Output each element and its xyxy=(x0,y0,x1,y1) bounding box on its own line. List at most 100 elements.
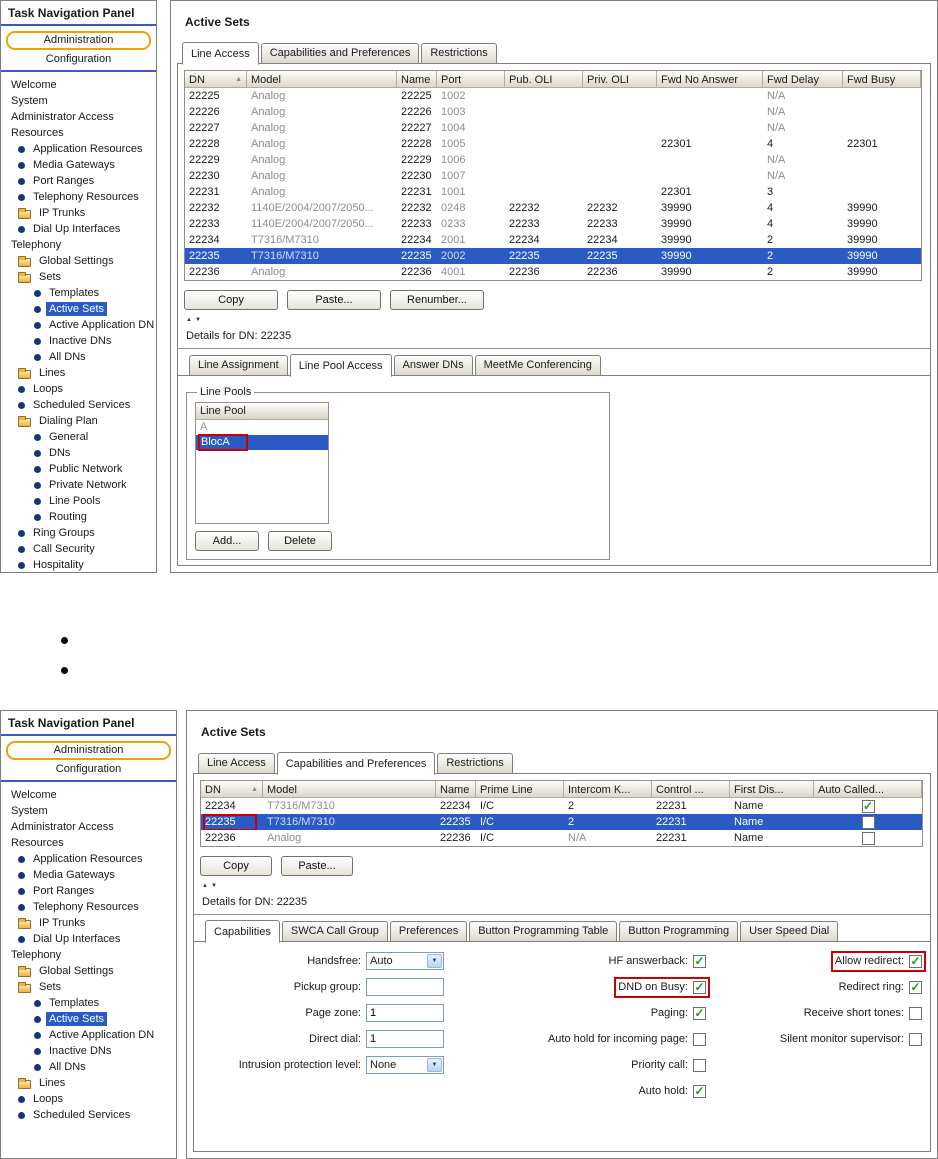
tab-button-programming-table[interactable]: Button Programming Table xyxy=(469,921,618,942)
tree-item-administrator-access[interactable]: Administrator Access xyxy=(1,109,156,125)
details-splitter[interactable]: ▲ ▼ xyxy=(200,880,924,891)
tree-item-media-gateways[interactable]: Media Gateways xyxy=(1,157,156,173)
tree-item-dialing-plan[interactable]: Dialing Plan xyxy=(1,413,156,429)
table-row-22230[interactable]: 22230 Analog 22230 1007 N/A xyxy=(185,168,921,184)
tree-item-dns[interactable]: DNs xyxy=(1,445,156,461)
tree-item-telephony-resources[interactable]: Telephony Resources xyxy=(1,899,176,915)
priority-call-checkbox[interactable] xyxy=(693,1058,706,1072)
tree-item-administrator-access[interactable]: Administrator Access xyxy=(1,819,176,835)
tree-item-dial-up-interfaces[interactable]: Dial Up Interfaces xyxy=(1,931,176,947)
pickup-group-input[interactable] xyxy=(366,978,444,996)
tree-item-ip-trunks[interactable]: IP Trunks xyxy=(1,915,176,931)
tree-item-active-sets[interactable]: Active Sets xyxy=(1,1011,176,1027)
tree-item-sets[interactable]: Sets xyxy=(1,979,176,995)
row-checkbox[interactable] xyxy=(861,832,875,845)
copy-button[interactable]: Copy xyxy=(184,290,278,310)
table-row-22225[interactable]: 22225 Analog 22225 1002 N/A xyxy=(185,88,921,104)
tab-capabilities-and-preferences[interactable]: Capabilities and Preferences xyxy=(260,43,420,64)
column-header-name[interactable]: Name xyxy=(436,781,476,798)
tree-item-general[interactable]: General xyxy=(1,429,156,445)
administration-tab[interactable]: Administration xyxy=(6,741,171,760)
column-header-fwd-busy[interactable]: Fwd Busy xyxy=(843,71,921,88)
details-splitter[interactable]: ▲ ▼ xyxy=(184,314,924,325)
page-zone-input[interactable] xyxy=(366,1004,444,1022)
column-header-port[interactable]: Port xyxy=(437,71,505,88)
tree-item-port-ranges[interactable]: Port Ranges xyxy=(1,883,176,899)
table-row-22234[interactable]: 22234 T7316/M7310 22234 I/C 2 22231 Name xyxy=(201,798,922,814)
tree-item-welcome[interactable]: Welcome xyxy=(1,787,176,803)
configuration-tab[interactable]: Configuration xyxy=(1,763,176,782)
tab-swca-call-group[interactable]: SWCA Call Group xyxy=(281,921,388,942)
table-row-22232[interactable]: 22232 1140E/2004/2007/2050... 22232 0248 222… xyxy=(185,200,921,216)
tree-item-public-network[interactable]: Public Network xyxy=(1,461,156,477)
tree-item-all-dns[interactable]: All DNs xyxy=(1,1059,176,1075)
tab-restrictions[interactable]: Restrictions xyxy=(437,753,513,774)
add-button[interactable]: Add... xyxy=(195,531,259,551)
tree-item-dial-up-interfaces[interactable]: Dial Up Interfaces xyxy=(1,221,156,237)
tree-item-port-ranges[interactable]: Port Ranges xyxy=(1,173,156,189)
table-row-22228[interactable]: 22228 Analog 22228 1005 22301 4 22301 xyxy=(185,136,921,152)
paste-button[interactable]: Paste... xyxy=(287,290,381,310)
direct-dial-input[interactable] xyxy=(366,1030,444,1048)
table-row-22234[interactable]: 22234 T7316/M7310 22234 2001 22234 22234 39990… xyxy=(185,232,921,248)
row-checkbox[interactable] xyxy=(861,816,875,829)
tree-item-routing[interactable]: Routing xyxy=(1,509,156,525)
tree-item-global-settings[interactable]: Global Settings xyxy=(1,253,156,269)
tree-item-templates[interactable]: Templates xyxy=(1,995,176,1011)
copy-button[interactable]: Copy xyxy=(200,856,272,876)
tab-button-programming[interactable]: Button Programming xyxy=(619,921,739,942)
configuration-tab[interactable]: Configuration xyxy=(1,53,156,72)
hf-answerback-checkbox[interactable] xyxy=(693,954,706,968)
table-row-22235[interactable]: 22235 T7316/M7310 22235 I/C 2 22231 Name xyxy=(201,814,922,830)
tree-item-telephony[interactable]: Telephony xyxy=(1,237,156,253)
intrusion-protection-level-select[interactable]: None ▼ xyxy=(366,1056,444,1074)
tree-item-active-application-dn[interactable]: Active Application DN xyxy=(1,317,156,333)
tree-item-sets[interactable]: Sets xyxy=(1,269,156,285)
column-header-auto-called[interactable]: Auto Called... xyxy=(814,781,922,798)
table-row-22226[interactable]: 22226 Analog 22226 1003 N/A xyxy=(185,104,921,120)
tree-item-ip-trunks[interactable]: IP Trunks xyxy=(1,205,156,221)
tree-item-active-sets[interactable]: Active Sets xyxy=(1,301,156,317)
allow-redirect-checkbox[interactable] xyxy=(909,954,922,968)
column-header-first-dis[interactable]: First Dis... xyxy=(730,781,814,798)
tree-item-inactive-dns[interactable]: Inactive DNs xyxy=(1,333,156,349)
tree-item-templates[interactable]: Templates xyxy=(1,285,156,301)
column-header-dn[interactable]: DN ▲ xyxy=(201,781,263,798)
paging-checkbox[interactable] xyxy=(693,1006,706,1020)
table-row-22235[interactable]: 22235 T7316/M7310 22235 2002 22235 22235 39990… xyxy=(185,248,921,264)
receive-short-tones-checkbox[interactable] xyxy=(909,1006,922,1020)
tree-item-lines[interactable]: Lines xyxy=(1,1075,176,1091)
table-row-22236[interactable]: 22236 Analog 22236 4001 22236 22236 39990 2 3999… xyxy=(185,264,921,280)
tree-item-application-resources[interactable]: Application Resources xyxy=(1,141,156,157)
auto-hold-for-incoming-page-checkbox[interactable] xyxy=(693,1032,706,1046)
tree-item-inactive-dns[interactable]: Inactive DNs xyxy=(1,1043,176,1059)
tab-line-assignment[interactable]: Line Assignment xyxy=(189,355,288,376)
tree-item-active-application-dn[interactable]: Active Application DN xyxy=(1,1027,176,1043)
pool-column-header[interactable]: Line Pool xyxy=(196,403,328,420)
tree-item-system[interactable]: System xyxy=(1,803,176,819)
tree-item-lines[interactable]: Lines xyxy=(1,365,156,381)
tab-line-pool-access[interactable]: Line Pool Access xyxy=(289,354,392,377)
tab-capabilities[interactable]: Capabilities xyxy=(205,920,280,943)
row-checkbox[interactable] xyxy=(861,800,875,813)
tree-item-telephony-resources[interactable]: Telephony Resources xyxy=(1,189,156,205)
tree-item-loops[interactable]: Loops xyxy=(1,1091,176,1107)
redirect-ring-checkbox[interactable] xyxy=(909,980,922,994)
table-row-22227[interactable]: 22227 Analog 22227 1004 N/A xyxy=(185,120,921,136)
tree-item-line-pools[interactable]: Line Pools xyxy=(1,493,156,509)
tree-item-global-settings[interactable]: Global Settings xyxy=(1,963,176,979)
tree-item-resources[interactable]: Resources xyxy=(1,125,156,141)
tree-item-system[interactable]: System xyxy=(1,93,156,109)
tree-item-hospitality[interactable]: Hospitality xyxy=(1,557,156,572)
paste-button[interactable]: Paste... xyxy=(281,856,353,876)
tab-preferences[interactable]: Preferences xyxy=(389,921,468,942)
column-header-model[interactable]: Model xyxy=(263,781,436,798)
tab-line-access[interactable]: Line Access xyxy=(198,753,275,774)
table-row-22233[interactable]: 22233 1140E/2004/2007/2050... 22233 0233 222… xyxy=(185,216,921,232)
renumber-button[interactable]: Renumber... xyxy=(390,290,484,310)
pool-row-bloca[interactable]: BlocA xyxy=(196,434,328,451)
column-header-prime-line[interactable]: Prime Line xyxy=(476,781,564,798)
table-row-22231[interactable]: 22231 Analog 22231 1001 22301 3 xyxy=(185,184,921,200)
tree-item-all-dns[interactable]: All DNs xyxy=(1,349,156,365)
tree-item-call-security[interactable]: Call Security xyxy=(1,541,156,557)
